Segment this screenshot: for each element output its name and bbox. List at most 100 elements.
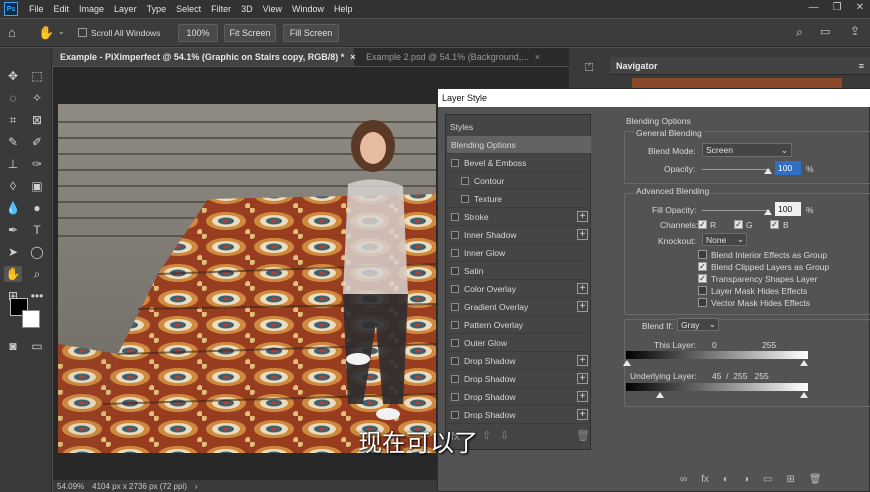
opacity-slider-thumb[interactable] [764,168,772,174]
tool-preset-chevron-icon[interactable]: ⌄ [58,27,65,36]
tab-close-icon[interactable]: × [350,52,355,62]
hand-tool-icon[interactable]: ✋ [4,266,22,282]
add-effect-plus-icon[interactable]: + [577,391,588,402]
fill-opacity-slider-thumb[interactable] [764,209,772,215]
zoom-tool-icon[interactable]: ⌕ [28,266,46,282]
style-item-drop-shadow[interactable]: Drop Shadow + [447,388,591,406]
fill-opacity-slider[interactable] [702,210,770,211]
menu-type[interactable]: Type [142,4,172,14]
style-checkbox[interactable] [451,410,459,419]
channel-r-checkbox[interactable]: ✓ [698,220,707,229]
transparency-shapes-checkbox[interactable]: ✓ [698,274,707,283]
quick-mask-icon[interactable]: ◙ [4,338,22,354]
style-item-color-overlay[interactable]: Color Overlay + [447,280,591,298]
hand-tool-icon[interactable]: ✋ [38,25,54,41]
menu-layer[interactable]: Layer [109,4,142,14]
styles-header[interactable]: Styles [450,122,473,132]
add-effect-plus-icon[interactable]: + [577,211,588,222]
trash-icon[interactable]: 🗑 [576,429,590,442]
delete-layer-icon[interactable]: 🗑 [809,474,822,485]
path-selection-icon[interactable]: ➤ [4,244,22,260]
style-checkbox[interactable] [451,338,459,347]
style-item-inner-glow[interactable]: Inner Glow [447,244,591,262]
blur-tool-icon[interactable]: 💧 [4,200,22,216]
workspace-icon[interactable]: ▭ [820,25,830,38]
zoom-readout[interactable]: 54.09% [57,482,84,491]
lasso-tool-icon[interactable]: ◌ [4,90,22,106]
zoom-100-button[interactable]: 100% [178,24,218,42]
vector-mask-hides-checkbox[interactable] [698,298,707,307]
type-tool-icon[interactable]: T [28,222,46,238]
dialog-title-bar[interactable]: Layer Style [438,89,870,107]
style-checkbox[interactable] [451,248,459,257]
link-icon[interactable]: ∞ [680,474,687,485]
tab-example-2[interactable]: Example 2.psd @ 54.1% (Background,... × [358,48,569,66]
underlying-layer-black-handle[interactable] [656,392,664,398]
new-layer-icon[interactable]: ⊞ [786,474,794,485]
close-icon[interactable]: ✕ [856,2,864,13]
minimize-icon[interactable]: — [809,2,819,13]
menu-edit[interactable]: Edit [49,4,75,14]
menu-help[interactable]: Help [329,4,358,14]
add-effect-plus-icon[interactable]: + [577,373,588,384]
this-layer-white-handle[interactable] [800,360,808,366]
style-checkbox[interactable] [451,158,459,167]
fill-opacity-input[interactable]: 100 [775,202,801,216]
menu-3d[interactable]: 3D [236,4,258,14]
scroll-all-windows-checkbox[interactable] [78,28,87,39]
style-item-gradient-overlay[interactable]: Gradient Overlay + [447,298,591,316]
add-effect-plus-icon[interactable]: + [577,355,588,366]
history-brush-icon[interactable]: ✑ [28,156,46,172]
this-layer-black-handle[interactable] [623,360,631,366]
search-icon[interactable]: ⌕ [796,25,803,40]
style-item-drop-shadow[interactable]: Drop Shadow + [447,370,591,388]
style-checkbox[interactable] [451,320,459,329]
status-arrow-icon[interactable]: › [195,482,198,491]
blend-interior-checkbox[interactable] [698,250,707,259]
move-up-icon[interactable]: ⇧ [482,429,491,442]
tab-example-piximperfect[interactable]: Example - PiXimperfect @ 54.1% (Graphic … [52,48,355,66]
menu-image[interactable]: Image [74,4,109,14]
style-checkbox[interactable] [451,230,459,239]
move-tool-icon[interactable]: ✥ [4,68,22,84]
eyedropper-tool-icon[interactable]: ✎ [4,134,22,150]
eraser-tool-icon[interactable]: ◊ [4,178,22,194]
style-checkbox[interactable] [451,212,459,221]
style-checkbox[interactable] [451,392,459,401]
style-checkbox[interactable] [451,266,459,275]
fit-screen-button[interactable]: Fit Screen [224,24,276,42]
crop-tool-icon[interactable]: ⌗ [4,112,22,128]
more-tools-icon[interactable]: ••• [28,288,46,304]
channel-g-checkbox[interactable]: ✓ [734,220,743,229]
style-item-drop-shadow[interactable]: Drop Shadow + [447,352,591,370]
gradient-tool-icon[interactable]: ▣ [28,178,46,194]
opacity-input[interactable]: 100 [775,161,801,175]
add-effect-plus-icon[interactable]: + [577,409,588,420]
document-canvas-image[interactable] [58,104,436,453]
channel-b-checkbox[interactable]: ✓ [770,220,779,229]
style-item-bevel-emboss[interactable]: Bevel & Emboss [447,154,591,172]
frame-tool-icon[interactable]: ⊠ [28,112,46,128]
style-item-stroke[interactable]: Stroke + [447,208,591,226]
add-effect-plus-icon[interactable]: + [577,283,588,294]
knockout-select[interactable]: None ⌄ [702,233,747,246]
layer-mask-hides-checkbox[interactable] [698,286,707,295]
style-item-contour[interactable]: Contour [447,172,591,190]
blend-mode-select[interactable]: Screen ⌄ [702,143,792,157]
fill-screen-button[interactable]: Fill Screen [283,24,339,42]
style-item-outer-glow[interactable]: Outer Glow [447,334,591,352]
style-checkbox[interactable] [451,284,459,293]
menu-filter[interactable]: Filter [206,4,236,14]
underlying-layer-white-handle[interactable] [800,392,808,398]
ellipse-tool-icon[interactable]: ◯ [28,244,46,260]
panel-menu-icon[interactable]: ≡ [859,61,864,71]
mask-icon[interactable]: ◐ [723,474,729,485]
background-color-swatch[interactable] [22,310,40,328]
style-item-drop-shadow[interactable]: Drop Shadow + [447,406,591,424]
navigator-panel-header[interactable]: Navigator ≡ [610,57,870,75]
style-item-blending-options[interactable]: Blending Options [447,136,591,154]
restore-icon[interactable]: ❐ [833,2,842,13]
menu-window[interactable]: Window [287,4,329,14]
add-effect-plus-icon[interactable]: + [577,229,588,240]
blend-if-select[interactable]: Gray ⌄ [677,318,719,331]
